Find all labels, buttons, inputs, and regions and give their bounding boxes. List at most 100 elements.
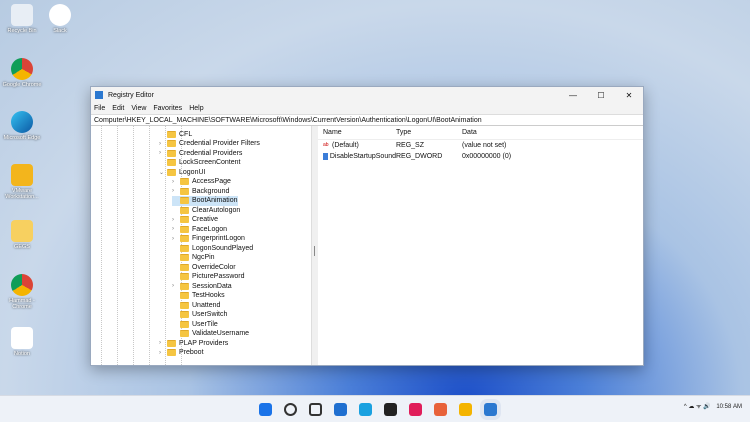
folder-icon: [180, 235, 189, 242]
expand-arrow-icon[interactable]: ›: [159, 340, 167, 346]
desktop-shortcut[interactable]: Google Chrome: [2, 58, 42, 88]
tree-item-label: FaceLogon: [192, 225, 228, 233]
tree-item[interactable]: › Creative: [172, 215, 218, 225]
edge-icon[interactable]: [359, 403, 372, 416]
tree-item[interactable]: ClearAutologon: [172, 205, 240, 215]
column-type[interactable]: Type: [396, 129, 462, 136]
tree-item[interactable]: LogonSoundPlayed: [172, 243, 253, 253]
tree-item-label: UserSwitch: [192, 311, 228, 318]
tree-item-label: Preboot: [179, 349, 204, 356]
tree-item-label: SessionData: [192, 282, 232, 290]
expand-arrow-icon[interactable]: ›: [159, 350, 167, 356]
widgets-icon[interactable]: [334, 403, 347, 416]
folder-icon: [180, 330, 189, 337]
folder-icon: [180, 273, 189, 280]
clock-time[interactable]: 10:58 AM: [716, 404, 742, 410]
expand-arrow-icon[interactable]: ›: [159, 141, 167, 147]
tree-item[interactable]: › Credential Providers: [159, 148, 242, 158]
tree-item[interactable]: UserTile: [172, 319, 218, 329]
tree-item[interactable]: PicturePassword: [172, 272, 245, 282]
task-view-icon[interactable]: [309, 403, 322, 416]
tree-item-label: NgcPin: [192, 254, 215, 261]
notion-icon[interactable]: [384, 403, 397, 416]
expand-arrow-icon[interactable]: ›: [172, 283, 180, 289]
tree-item[interactable]: BootAnimation: [172, 195, 238, 206]
tree-item[interactable]: ValidateUsername: [172, 329, 249, 339]
tree-item[interactable]: NgcPin: [172, 253, 215, 263]
close-button[interactable]: ✕: [615, 91, 643, 100]
menu-edit[interactable]: Edit: [112, 105, 124, 112]
expand-arrow-icon[interactable]: ›: [172, 226, 180, 232]
tree-item[interactable]: TestHooks: [172, 291, 225, 301]
tray-icons[interactable]: ^ ☁ ᯤ 🔊: [684, 404, 711, 410]
slack-icon[interactable]: [409, 403, 422, 416]
folder-icon: [180, 254, 189, 261]
folder-icon: [180, 301, 189, 309]
tree-item[interactable]: › FaceLogon: [172, 224, 227, 234]
menu-file[interactable]: File: [94, 105, 105, 112]
desktop-shortcut[interactable]: Notion: [2, 327, 42, 357]
tree-item-label: PLAP Providers: [179, 339, 229, 347]
system-tray[interactable]: ^ ☁ ᯤ 🔊 10:58 AM: [684, 402, 742, 410]
desktop-shortcut[interactable]: Hammad - Chrome: [2, 274, 42, 310]
folder-icon: [167, 339, 176, 347]
tree-item[interactable]: Unattend: [172, 300, 220, 310]
list-header: Name Type Data: [318, 126, 643, 140]
tree-item-label: ValidateUsername: [192, 330, 250, 337]
tree-item[interactable]: ⌄ LogonUI: [159, 167, 205, 177]
desktop-shortcut[interactable]: Recycle Bin: [2, 4, 42, 34]
desktop-shortcut[interactable]: Microsoft Edge: [2, 111, 42, 141]
tree-item[interactable]: OverrideColor: [172, 262, 236, 272]
desktop-shortcut[interactable]: GEGS: [2, 220, 42, 250]
tree-item-label: CFL: [179, 130, 193, 138]
expand-arrow-icon[interactable]: ›: [172, 236, 180, 242]
tree-item-label: Background: [192, 187, 230, 195]
chrome-profile-icon: [11, 274, 33, 296]
edge-icon: [11, 111, 33, 133]
registry-icon[interactable]: [484, 403, 497, 416]
tree-guide-line: [117, 126, 118, 365]
title-bar: Registry Editor — ☐ ✕: [91, 87, 643, 103]
tree-item[interactable]: › Background: [172, 186, 229, 196]
menu-favorites[interactable]: Favorites: [153, 105, 182, 112]
tree-item[interactable]: LockScreenContent: [159, 158, 240, 168]
column-name[interactable]: Name: [323, 129, 396, 136]
tree-item[interactable]: › Preboot: [159, 348, 204, 358]
chrome-icon[interactable]: [459, 403, 472, 416]
tree-item[interactable]: CFL: [159, 129, 192, 139]
key-tree[interactable]: CFL › Credential Provider Filters › Credenti…: [91, 126, 312, 365]
desktop-shortcut-label: Slack: [53, 28, 67, 34]
address-bar[interactable]: Computer\HKEY_LOCAL_MACHINE\SOFTWARE\Mic…: [91, 114, 643, 126]
binary-value-icon: [323, 153, 328, 160]
desktop-shortcut[interactable]: Slack: [40, 4, 80, 34]
expand-arrow-icon[interactable]: ›: [172, 217, 180, 223]
tree-item[interactable]: › SessionData: [172, 281, 232, 291]
desktop-shortcut-label: VMware Workstation...: [5, 188, 39, 200]
search-icon[interactable]: [284, 403, 297, 416]
tree-guide-line: [149, 126, 150, 365]
minimize-button[interactable]: —: [559, 91, 587, 100]
value-data: 0x00000000 (0): [462, 153, 512, 160]
expand-arrow-icon[interactable]: ›: [159, 150, 167, 156]
folder-icon: [180, 311, 189, 318]
tree-item-label: Credential Provider Filters: [179, 140, 260, 147]
value-row[interactable]: ab (Default) REG_SZ (value not set): [318, 140, 643, 151]
value-row[interactable]: DisableStartupSound REG_DWORD 0x00000000 (…: [318, 151, 643, 162]
folder-icon: [180, 178, 189, 185]
desktop-shortcut[interactable]: VMware Workstation...: [2, 164, 42, 200]
expand-arrow-icon[interactable]: ›: [172, 179, 180, 185]
menu-view[interactable]: View: [131, 105, 146, 112]
tree-item[interactable]: UserSwitch: [172, 310, 227, 320]
tree-item[interactable]: › PLAP Providers: [159, 338, 228, 348]
paint-icon[interactable]: [434, 403, 447, 416]
expand-arrow-icon[interactable]: ⌄: [159, 169, 167, 176]
column-data[interactable]: Data: [462, 129, 477, 136]
tree-item[interactable]: › Credential Provider Filters: [159, 139, 260, 149]
expand-arrow-icon[interactable]: ›: [172, 188, 180, 194]
menu-help[interactable]: Help: [189, 105, 203, 112]
tree-item-label: Credential Providers: [179, 149, 243, 157]
maximize-button[interactable]: ☐: [587, 91, 615, 100]
tree-item[interactable]: › AccessPage: [172, 177, 231, 187]
tree-item[interactable]: › FingerprintLogon: [172, 234, 245, 244]
start-icon[interactable]: [259, 403, 272, 416]
